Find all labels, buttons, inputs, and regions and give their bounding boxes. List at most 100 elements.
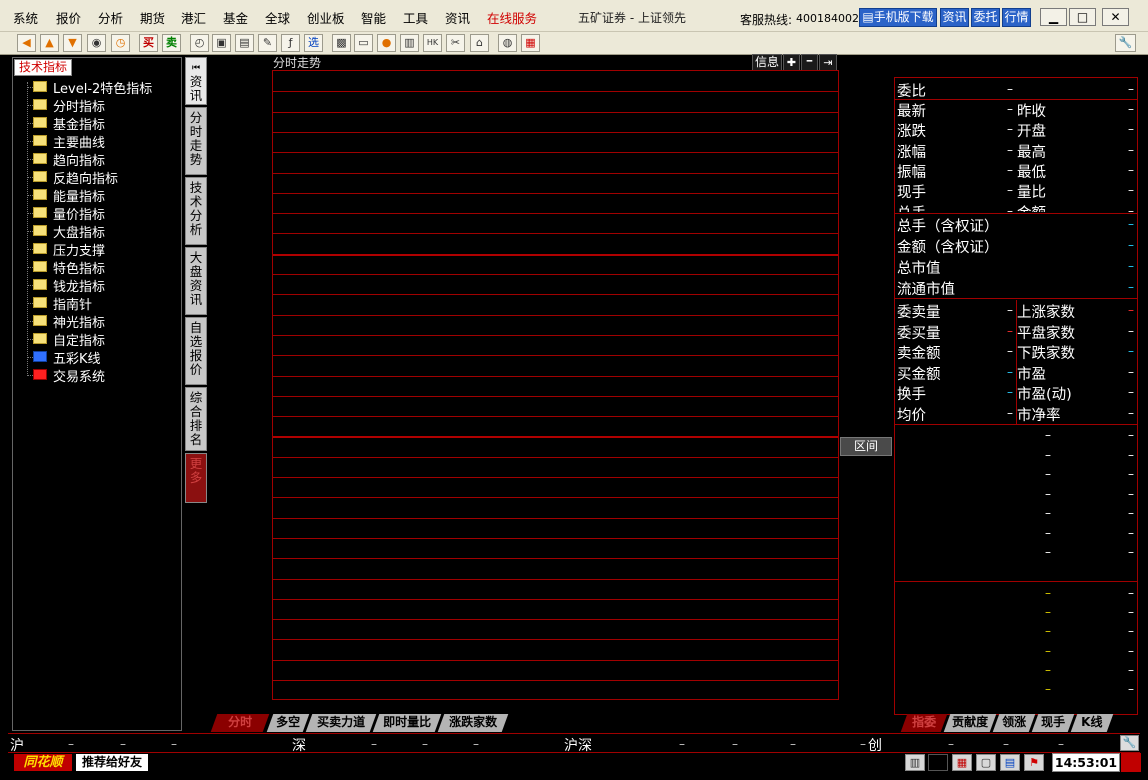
formula-button[interactable]: ƒ — [281, 34, 300, 52]
history-button[interactable]: ◴ — [190, 34, 209, 52]
tree-item[interactable]: 自定指标 — [13, 330, 181, 349]
menu-smart[interactable]: 智能 — [361, 8, 386, 27]
record-button[interactable]: ◉ — [87, 34, 106, 52]
tree-item[interactable]: 指南针 — [13, 294, 181, 313]
color-grid-button[interactable]: ▦ — [521, 34, 540, 52]
menu-hk-fx[interactable]: 港汇 — [181, 8, 206, 27]
tab-more[interactable]: 更多 — [185, 453, 207, 503]
minimize-button[interactable]: ▁ — [1040, 8, 1067, 26]
tab-technical-indicators[interactable]: 技术指标 — [14, 59, 72, 76]
sell-button[interactable]: 卖 — [162, 34, 181, 52]
tab-current-volume[interactable]: 现手 — [1031, 714, 1075, 732]
picture-button[interactable]: ▩ — [332, 34, 351, 52]
tree-item[interactable]: 压力支撑 — [13, 240, 181, 259]
hk-button[interactable]: HK — [423, 34, 442, 52]
grid-line — [273, 578, 838, 580]
grid-line — [273, 395, 838, 397]
zoom-in-button[interactable]: ✚ — [783, 54, 800, 71]
tab-market-news[interactable]: 大盘资讯 — [185, 247, 207, 315]
zoom-out-button[interactable]: ━ — [801, 54, 818, 71]
edit-button[interactable]: ✎ — [258, 34, 277, 52]
index-cy-label[interactable]: 创 — [868, 735, 882, 755]
message-button[interactable]: ▢ — [976, 754, 996, 771]
tab-long-short[interactable]: 多空 — [266, 714, 310, 732]
tab-intraday-bottom[interactable]: 分时 — [210, 714, 270, 732]
index-hs-label[interactable]: 沪深 — [564, 735, 592, 755]
tab-kline[interactable]: K线 — [1070, 714, 1114, 732]
globe-button[interactable]: ◍ — [498, 34, 517, 52]
tree-item[interactable]: 量价指标 — [13, 204, 181, 223]
order-button[interactable]: 委托 — [971, 8, 1000, 27]
menu-futures[interactable]: 期货 — [140, 8, 165, 27]
tree-item[interactable]: Level-2特色指标 — [13, 78, 181, 97]
news-button[interactable]: 资讯 — [940, 8, 969, 27]
tab-top-gainers[interactable]: 领涨 — [992, 714, 1036, 732]
quote-value: – — [1045, 643, 1051, 658]
tree-item[interactable]: 五彩K线 — [13, 348, 181, 367]
tree-item[interactable]: 能量指标 — [13, 186, 181, 205]
settings-button[interactable]: 🔧 — [1115, 34, 1136, 52]
down-button[interactable]: ▼ — [63, 34, 82, 52]
close-button[interactable]: ✕ — [1102, 8, 1129, 26]
tab-volume-ratio[interactable]: 即时量比 — [372, 714, 442, 732]
notes-button[interactable]: ▤ — [1000, 754, 1020, 771]
quote-value: – — [1128, 586, 1134, 600]
index-settings-button[interactable]: 🔧 — [1120, 735, 1139, 751]
tree-item[interactable]: 钱龙指标 — [13, 276, 181, 295]
tree-item[interactable]: 趋向指标 — [13, 150, 181, 169]
info-button[interactable]: 信息 — [752, 54, 782, 71]
index-sh-label[interactable]: 沪 — [10, 735, 24, 755]
back-button[interactable]: ◀ — [17, 34, 36, 52]
alert-indicator[interactable] — [1121, 753, 1141, 772]
jump-end-button[interactable]: ⇥ — [819, 54, 837, 71]
tab-intraday[interactable]: 分时走势 — [185, 107, 207, 175]
menu-system[interactable]: 系统 — [13, 8, 38, 27]
index-sz-label[interactable]: 深 — [292, 735, 306, 755]
menu-tools[interactable]: 工具 — [403, 8, 428, 27]
menu-online-service[interactable]: 在线服务 — [487, 8, 537, 27]
clock-button[interactable]: ◷ — [111, 34, 130, 52]
tree-item[interactable]: 基金指标 — [13, 114, 181, 133]
menu-global[interactable]: 全球 — [265, 8, 290, 27]
tree-item[interactable]: 交易系统 — [13, 366, 181, 385]
window-button[interactable]: ▣ — [212, 34, 231, 52]
market-button[interactable]: 行情 — [1002, 8, 1031, 27]
tree-item[interactable]: 神光指标 — [13, 312, 181, 331]
tab-news[interactable]: ⏮ 资讯 — [185, 57, 207, 105]
tree-item[interactable]: 反趋向指标 — [13, 168, 181, 187]
up-button[interactable]: ▲ — [40, 34, 59, 52]
tab-watchlist[interactable]: 自选报价 — [185, 317, 207, 385]
scissors-button[interactable]: ✂ — [446, 34, 465, 52]
print-button[interactable]: ▥ — [905, 754, 925, 771]
coin-button[interactable]: ● — [377, 34, 396, 52]
book-button[interactable]: ▥ — [400, 34, 419, 52]
buy-button[interactable]: 买 — [139, 34, 158, 52]
bank-button[interactable]: ⌂ — [470, 34, 489, 52]
tab-contribution[interactable]: 贡献度 — [943, 714, 997, 732]
brand-logo[interactable]: 同花顺 — [14, 754, 72, 771]
tab-advance-decline[interactable]: 涨跌家数 — [437, 714, 509, 732]
menu-analysis[interactable]: 分析 — [98, 8, 123, 27]
maximize-button[interactable]: □ — [1069, 8, 1096, 26]
tab-ranking[interactable]: 综合排名 — [185, 387, 207, 451]
tab-buy-sell-power[interactable]: 买卖力道 — [305, 714, 377, 732]
menu-gem[interactable]: 创业板 — [307, 8, 345, 27]
recommend-friend-button[interactable]: 推荐给好友 — [76, 754, 148, 771]
tab-index-weight[interactable]: 指委 — [900, 714, 948, 732]
page-button[interactable]: ▤ — [235, 34, 254, 52]
network-status-button[interactable]: ⚑ — [1024, 754, 1044, 771]
menu-funds[interactable]: 基金 — [223, 8, 248, 27]
monitor-button[interactable]: ▭ — [354, 34, 373, 52]
tab-technical-analysis[interactable]: 技术分析 — [185, 177, 207, 245]
calendar-button[interactable]: ▦ — [952, 754, 972, 771]
select-stock-button[interactable]: 选 — [304, 34, 323, 52]
intraday-chart-area[interactable] — [272, 70, 839, 700]
tree-item[interactable]: 大盘指标 — [13, 222, 181, 241]
tree-item[interactable]: 主要曲线 — [13, 132, 181, 151]
menu-quote[interactable]: 报价 — [56, 8, 81, 27]
range-button[interactable]: 区间 — [840, 437, 892, 456]
menu-news[interactable]: 资讯 — [445, 8, 470, 27]
tree-item[interactable]: 特色指标 — [13, 258, 181, 277]
mobile-download-button[interactable]: ▤手机版下载 — [859, 8, 937, 27]
tree-item[interactable]: 分时指标 — [13, 96, 181, 115]
